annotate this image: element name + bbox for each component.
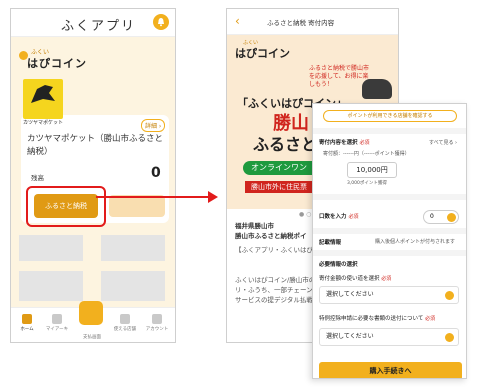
divider <box>313 128 466 134</box>
balance-value: 0 <box>151 165 161 181</box>
banner-tagline: ふるさと納税で勝山市を応援して、お得に楽しもう！ <box>309 65 370 88</box>
home-screen: ふくアプリ ふくい はぴコイン カツヤマポケット 詳細 › カツヤマポケット（勝… <box>10 8 176 343</box>
account-icon <box>152 314 162 324</box>
usage-select[interactable]: 選択してください <box>319 286 459 304</box>
quantity-label: 口数を入力 必須 <box>319 214 359 220</box>
tab-account[interactable]: アカウント <box>143 314 171 332</box>
info-label: 記載情報 <box>319 240 342 246</box>
banner-tile[interactable] <box>19 271 83 301</box>
carousel-dots: ● ○ <box>299 211 312 218</box>
divider <box>313 194 466 200</box>
back-chevron-icon[interactable]: ‹ <box>235 14 240 28</box>
tab-home[interactable]: ホーム <box>13 314 41 332</box>
donation-form-panel: ポイントが利用できる店舗を確認する 寄付内容を選択 必須 すべて見る › 寄付額… <box>312 103 467 379</box>
proceed-button[interactable]: 購入手続きへ <box>319 362 462 378</box>
detail-badge[interactable]: 詳細 › <box>141 119 166 132</box>
chevron-down-icon <box>445 333 454 342</box>
quantity-stepper[interactable]: 0 <box>423 210 459 224</box>
happy-coin-logo: ふくい はぴコイン <box>19 47 99 71</box>
tab-stores[interactable]: 使える店舗 <box>111 314 139 332</box>
app-title: ふくアプリ <box>61 19 137 34</box>
see-all-link[interactable]: すべて見る › <box>429 139 457 146</box>
required-select-label: 必要情報の選択 <box>319 262 358 268</box>
qr-icon[interactable] <box>79 301 103 325</box>
banner-tile[interactable] <box>101 271 165 301</box>
divider <box>313 228 466 234</box>
merchant-logo-caption: カツヤマポケット <box>23 120 64 126</box>
flow-arrow-head <box>208 191 218 203</box>
points-earned: 3,000ポイント獲得 <box>347 181 387 186</box>
banner-tile[interactable] <box>19 235 83 261</box>
balance-label: 残高 <box>31 174 44 182</box>
section-donation-label: 寄付内容を選択 必須 <box>319 140 370 146</box>
store-check-link[interactable]: ポイントが利用できる店舗を確認する <box>323 110 457 122</box>
app-header: ふくアプリ <box>11 9 175 37</box>
divider <box>313 250 466 256</box>
chevron-down-icon <box>445 291 454 300</box>
usage-label: 寄付金額の使い道を選択 必須 <box>319 276 392 282</box>
secondary-button[interactable] <box>109 195 165 217</box>
tab-my-archive[interactable]: マイアーキ <box>43 314 71 332</box>
screen-title: ふるさと納税 寄付内容 <box>267 19 335 27</box>
plus-icon[interactable] <box>447 213 456 222</box>
tag-icon <box>52 314 62 324</box>
info-note: 購入後個人ポイントが付与されます <box>375 239 456 245</box>
home-icon <box>22 314 32 324</box>
furusato-button[interactable]: ふるさと納税 <box>34 194 98 218</box>
banner-tile[interactable] <box>101 235 165 261</box>
store-icon <box>120 314 130 324</box>
card-title: カツヤマポケット（勝山市ふるさと納税） <box>27 134 164 157</box>
donation-summary: 寄付額：------円（------ポイント獲得） <box>323 151 410 157</box>
banner-logo: はぴコイン <box>235 47 290 60</box>
onestop-select[interactable]: 選択してください <box>319 328 459 346</box>
screen-header: ‹ ふるさと納税 寄付内容 <box>227 9 398 35</box>
onestop-label: 特例控除申請に必要な書類の送付について 必須 <box>319 316 436 322</box>
tab-pay-label: 支払画面 <box>83 335 101 340</box>
merchant-logo <box>23 79 63 119</box>
dinosaur-icon <box>362 79 392 99</box>
amount-option[interactable]: 10,000円 <box>347 162 397 178</box>
bell-icon[interactable] <box>153 14 169 30</box>
flow-arrow <box>96 196 210 198</box>
